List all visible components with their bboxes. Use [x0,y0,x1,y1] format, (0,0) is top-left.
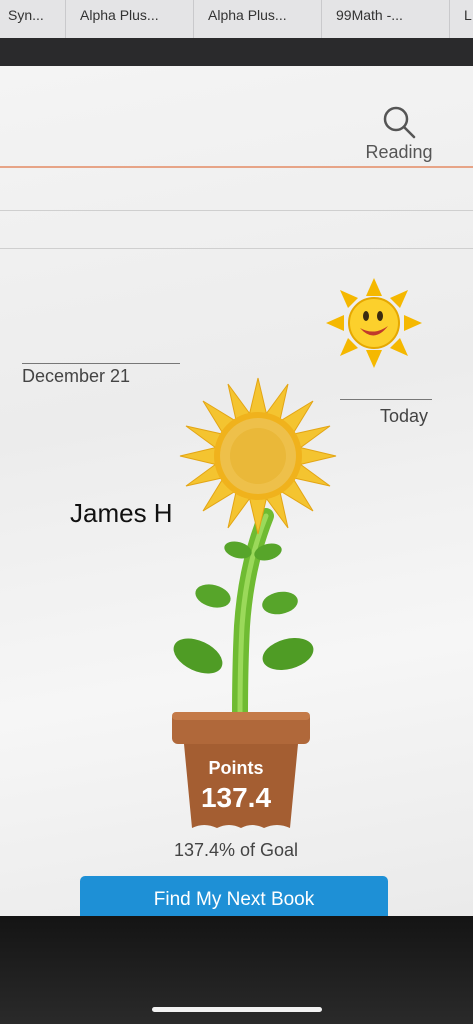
browser-tab-1[interactable]: Syn... [0,0,66,38]
reading-search-button[interactable]: Reading [359,104,439,163]
points-value: 137.4 [200,782,272,813]
search-icon [383,106,416,139]
start-date-line [22,363,180,364]
start-date-label: December 21 [22,366,131,386]
goal-percentage: 137.4% of Goal [173,840,299,860]
browser-toolbar-edge [0,38,473,68]
sunflower-icon [173,377,337,724]
section-divider-2 [0,248,473,249]
browser-tab-5[interactable]: L [450,0,473,38]
end-date-label: Today [380,406,429,426]
home-indicator[interactable] [152,1007,322,1012]
browser-tab-4[interactable]: 99Math -... [322,0,450,38]
end-date-line [340,399,432,400]
section-divider [0,210,473,211]
browser-tab-3[interactable]: Alpha Plus... [194,0,322,38]
sun-icon [326,278,422,368]
find-next-book-button[interactable]: Find My Next Book [80,876,388,916]
search-label: Reading [365,142,433,162]
browser-tab-2[interactable]: Alpha Plus... [66,0,194,38]
student-name: James H [70,498,173,528]
header-divider [0,166,473,168]
browser-tab-bar: Syn... Alpha Plus... Alpha Plus... 99Mat… [0,0,473,38]
reading-progress-page: Reading December 21 Today James H Points… [0,66,473,916]
points-title: Points [208,758,264,778]
